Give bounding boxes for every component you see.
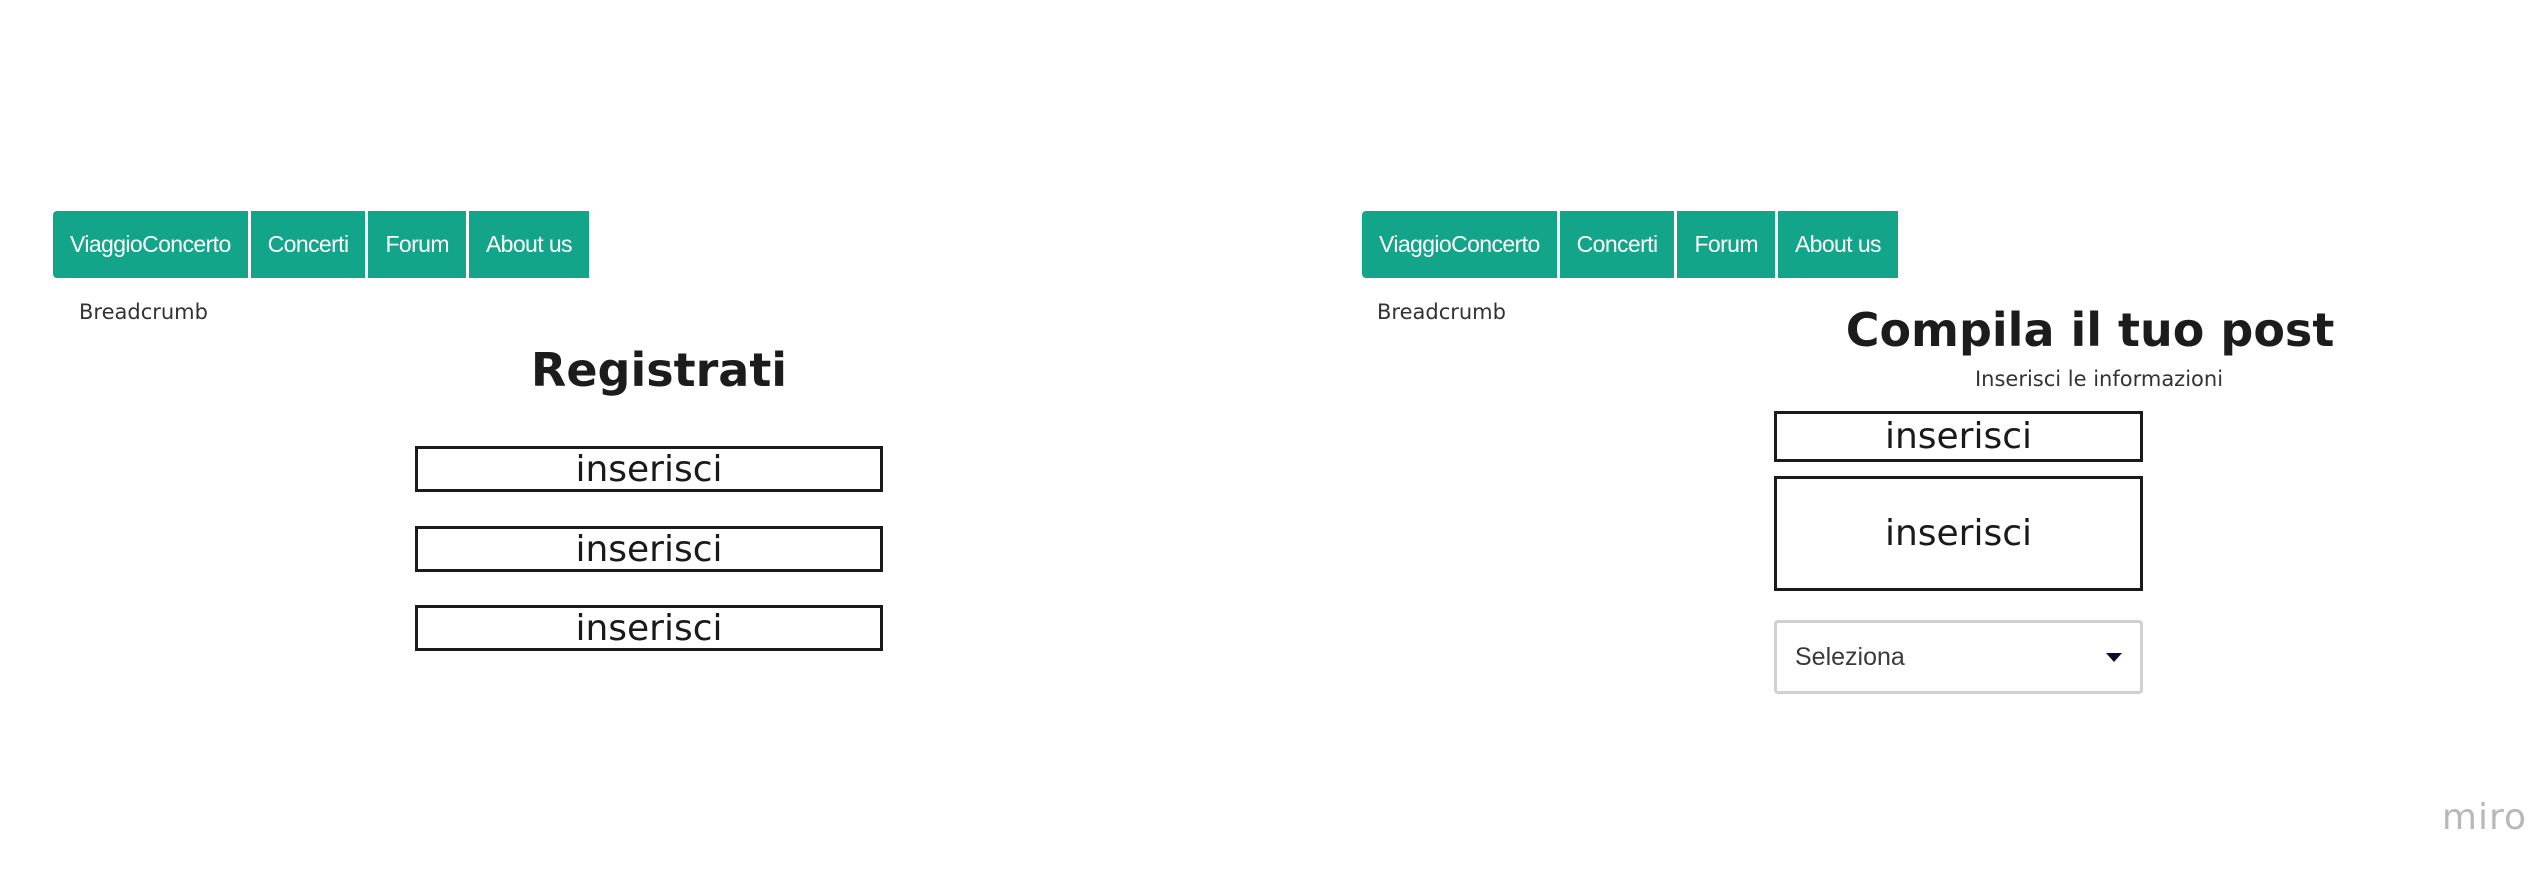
nav-item-forum[interactable]: Forum — [368, 211, 466, 278]
navbar: ViaggioConcerto Concerti Forum About us — [1362, 211, 1898, 278]
post-body-textarea[interactable]: inserisci — [1774, 476, 2143, 591]
input-field-1[interactable]: inserisci — [415, 446, 883, 492]
miro-logo: miro — [2441, 797, 2527, 838]
register-frame: ViaggioConcerto Concerti Forum About us … — [0, 0, 1270, 883]
select-value: Seleziona — [1795, 642, 1905, 671]
page-title: Registrati — [530, 343, 788, 397]
nav-item-concerti[interactable]: Concerti — [1559, 211, 1675, 278]
page-subtitle: Inserisci le informazioni — [1974, 367, 2224, 391]
breadcrumb[interactable]: Breadcrumb — [79, 300, 208, 324]
input-field-2[interactable]: inserisci — [415, 526, 883, 572]
nav-item-viaggioconcerto[interactable]: ViaggioConcerto — [53, 211, 248, 278]
nav-item-about-us[interactable]: About us — [468, 211, 589, 278]
navbar: ViaggioConcerto Concerti Forum About us — [53, 211, 589, 278]
nav-item-forum[interactable]: Forum — [1677, 211, 1775, 278]
nav-item-viaggioconcerto[interactable]: ViaggioConcerto — [1362, 211, 1557, 278]
category-select[interactable]: Seleziona — [1774, 620, 2143, 694]
nav-item-about-us[interactable]: About us — [1777, 211, 1898, 278]
input-field-3[interactable]: inserisci — [415, 605, 883, 651]
miro-board: ViaggioConcerto Concerti Forum About us … — [0, 0, 2547, 883]
nav-item-concerti[interactable]: Concerti — [250, 211, 366, 278]
caret-down-icon — [2106, 652, 2122, 662]
breadcrumb[interactable]: Breadcrumb — [1377, 300, 1506, 324]
post-title-input[interactable]: inserisci — [1774, 411, 2143, 462]
page-title: Compila il tuo post — [1845, 303, 2335, 357]
post-frame: ViaggioConcerto Concerti Forum About us … — [1310, 0, 2547, 883]
